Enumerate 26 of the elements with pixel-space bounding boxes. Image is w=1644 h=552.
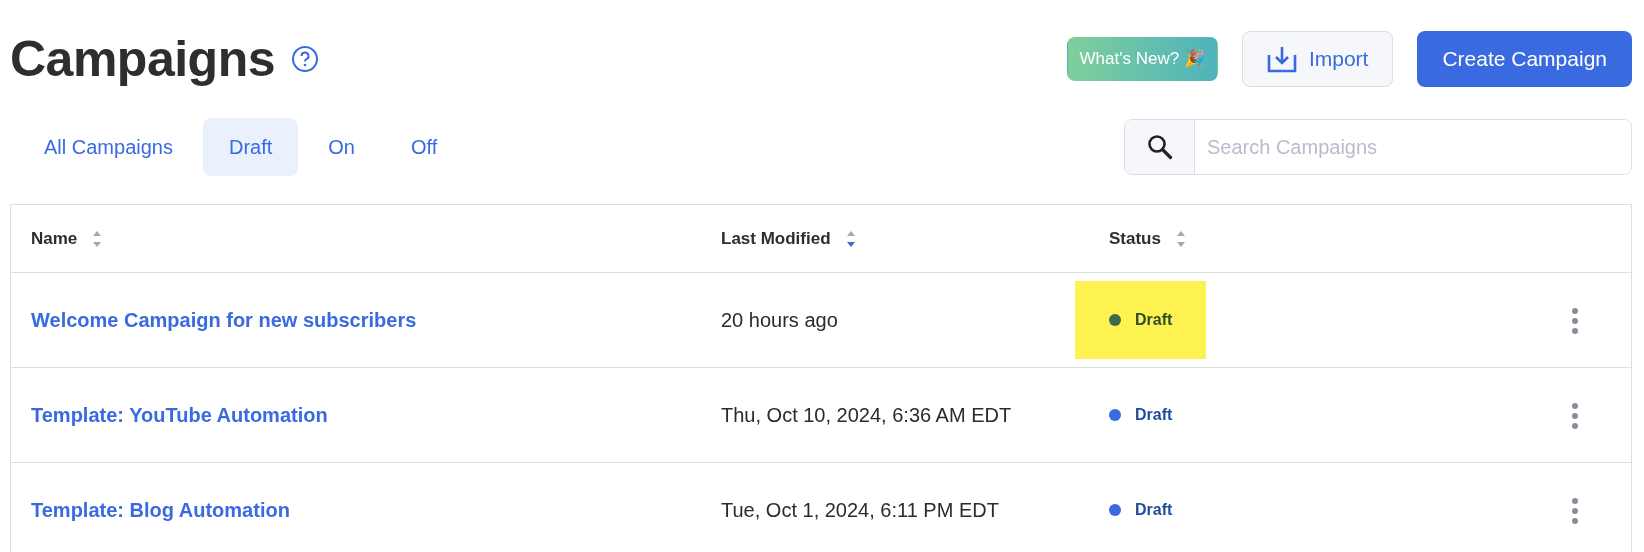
column-header[interactable]: Name (31, 225, 78, 252)
page-title: Campaigns (10, 30, 275, 89)
campaign-link[interactable]: Template: Blog Automation (31, 499, 290, 521)
column-header[interactable]: Last Modified (721, 225, 831, 252)
filter-tab[interactable]: All Campaigns (18, 118, 199, 176)
status-label: Draft (1135, 500, 1173, 520)
more-options-icon[interactable] (1571, 402, 1579, 431)
date-text: Thu, Oct 10, 2024, 6:36 AM EDT (721, 404, 1012, 426)
more-options-icon[interactable] (1571, 497, 1579, 526)
search-field[interactable]: Search Campaigns (1124, 119, 1632, 175)
date-text: Tue, Oct 1, 2024, 6:11 PM EDT (721, 499, 999, 521)
download-tray-icon (1266, 45, 1297, 73)
status-label: Draft (1135, 405, 1173, 425)
filter-tab[interactable]: On (302, 118, 381, 176)
filter-tab[interactable]: Draft (202, 118, 299, 176)
status-label: Draft (1135, 310, 1173, 330)
date-text: 20 hours ago (721, 309, 838, 331)
filter-tab[interactable]: Off (385, 118, 464, 176)
search-icon (1145, 133, 1174, 161)
more-options-icon[interactable] (1571, 307, 1579, 336)
create-campaign-button[interactable]: Create Campaign (1417, 31, 1632, 87)
column-header[interactable]: Status (1109, 225, 1161, 252)
import-button[interactable]: Import (1241, 31, 1394, 87)
campaign-link[interactable]: Template: YouTube Automation (31, 404, 328, 426)
campaign-link[interactable]: Welcome Campaign for new subscribers (31, 309, 417, 331)
help-icon[interactable] (291, 45, 319, 73)
